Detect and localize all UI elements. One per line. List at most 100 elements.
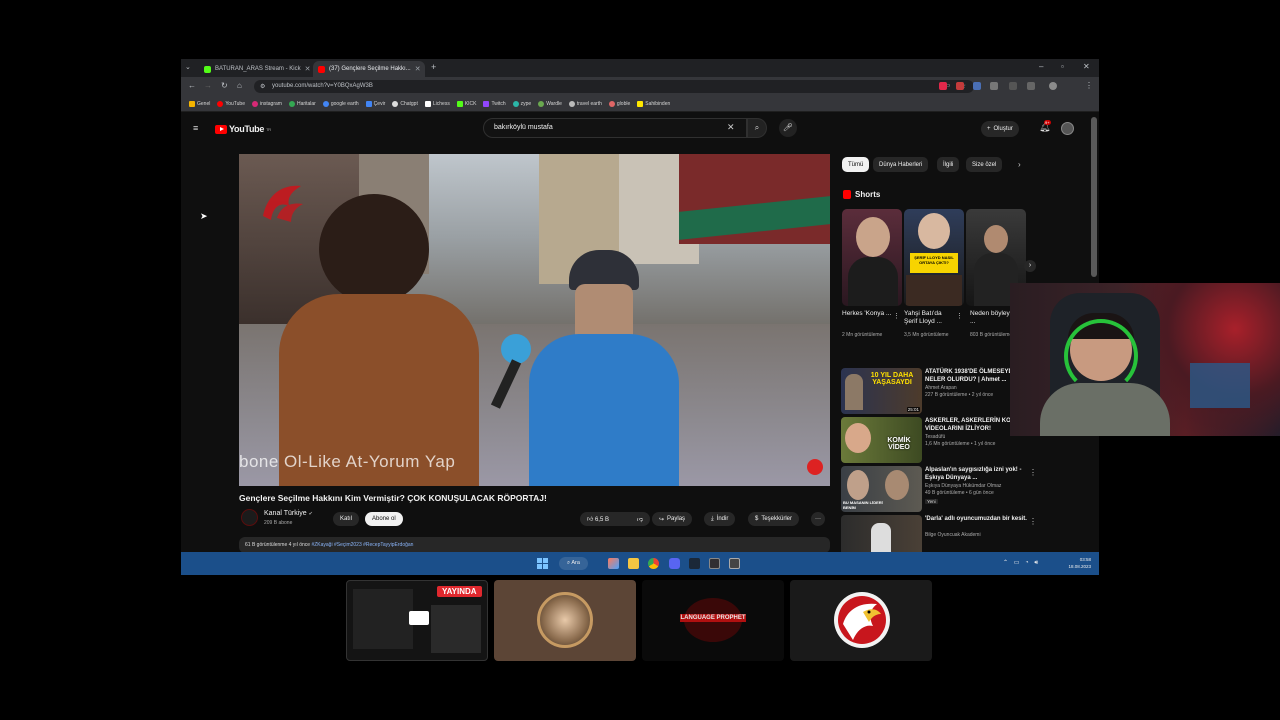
voice-search-button[interactable]: 🎤︎	[779, 119, 797, 137]
bookmark-twitch[interactable]: Twitch	[483, 100, 506, 107]
short-thumbnail[interactable]	[842, 209, 902, 306]
bookmark-youtube[interactable]: YouTube	[217, 100, 245, 107]
shorts-next-icon[interactable]: ›	[1024, 260, 1036, 272]
bookmark-sahibinden[interactable]: Sahibinden	[637, 100, 670, 107]
system-tray-icons[interactable]: ⌃ ▭ ◔ 🔊︎	[1003, 559, 1040, 567]
chrome-menu-icon[interactable]: ⋮	[1085, 81, 1093, 90]
extensions-puzzle-icon[interactable]	[1027, 82, 1035, 90]
subscribe-watermark-icon[interactable]	[807, 459, 823, 475]
bookmark-lichess[interactable]: Lichess	[424, 100, 450, 107]
profile-icon[interactable]	[1049, 82, 1057, 90]
short-thumb-face	[856, 217, 890, 257]
short-title[interactable]: Herkes 'Konya ...	[842, 310, 894, 318]
folder-icon	[189, 100, 195, 107]
channel-avatar[interactable]	[241, 509, 258, 526]
chrome-icon[interactable]	[648, 558, 659, 569]
video-player[interactable]: bone Ol-Like At-Yorum Yap	[239, 154, 830, 486]
chip-next-icon[interactable]: ›	[1018, 160, 1021, 169]
taskbar-search[interactable]: ⌕ Ara	[559, 557, 588, 570]
extension-icon[interactable]	[973, 82, 981, 90]
bookmark-translate[interactable]: Çevir	[365, 100, 385, 107]
chip-for-you[interactable]: Size özel	[966, 157, 1003, 172]
back-icon[interactable]: ←	[188, 81, 196, 90]
youtube-icon	[217, 100, 224, 107]
bookmark-instagram[interactable]: instagram	[252, 100, 282, 107]
new-tab-button[interactable]: +	[431, 62, 436, 72]
more-options-icon[interactable]: ⋮	[1029, 517, 1037, 526]
recommended-video[interactable]: BU MASANIN LİDERİ BENİM Alpaslan'ın sayg…	[841, 466, 1091, 513]
reload-icon[interactable]: ↻	[221, 81, 228, 90]
tab-youtube[interactable]: (37) Gençlere Seçilme Hakkı... ✕	[313, 61, 425, 77]
youtube-logo[interactable]: YouTube TR	[215, 124, 271, 134]
extension-icon[interactable]	[939, 82, 947, 90]
bookmark-earth[interactable]: google earth	[322, 100, 359, 107]
windows-start-icon[interactable]	[537, 558, 548, 569]
file-explorer-icon[interactable]	[628, 558, 639, 569]
thanks-button[interactable]: $ Teşekkürler	[748, 512, 800, 526]
short-title[interactable]: Yahşi Batı'da Şerif Lloyd ...	[904, 310, 956, 326]
steam-icon[interactable]	[689, 558, 700, 569]
short-thumbnail[interactable]: ŞERİF LLOYD NASIL ORTAYA ÇIKTI?	[904, 209, 964, 306]
tab-kick[interactable]: BATURAN_ARAS Stream - Kick ✕	[199, 61, 311, 77]
clear-search-icon[interactable]: ✕	[727, 122, 735, 133]
bookmark-maps[interactable]: Haritalar	[288, 100, 316, 107]
chip-related[interactable]: İlgili	[937, 157, 960, 172]
stream-card-prophet: LANGUAGE PROPHET	[642, 580, 784, 661]
search-button[interactable]: ⌕	[747, 118, 767, 138]
video-frame-microphone	[501, 334, 531, 364]
account-avatar[interactable]	[1061, 122, 1074, 135]
short-views: 3,5 Mn görüntüleme	[904, 332, 949, 338]
close-tab-icon[interactable]: ✕	[415, 65, 421, 73]
bookmark-travel-earth[interactable]: travel earth	[568, 100, 602, 107]
app-icon[interactable]	[729, 558, 740, 569]
extension-icon[interactable]	[956, 82, 964, 90]
channel-name[interactable]: Kanal Türkiye ✔	[264, 510, 313, 517]
extension-icon[interactable]	[1009, 82, 1017, 90]
minimize-icon[interactable]: –	[1039, 62, 1043, 71]
description-box[interactable]: 61 B görüntülenme 4 yıl önce #ZKayaği #S…	[239, 537, 830, 553]
card-thumbnail	[353, 589, 413, 649]
more-options-icon[interactable]: ⋮	[893, 312, 900, 320]
bookmark-chatgpt[interactable]: Chatgpt	[392, 100, 418, 107]
duration-badge: 25:01	[906, 407, 920, 412]
obs-icon[interactable]	[709, 558, 720, 569]
bookmark-globle[interactable]: globle	[608, 100, 630, 107]
search-input[interactable]: bakırköylü mustafa	[483, 118, 747, 138]
url-field[interactable]: ⚙ youtube.com/watch?v=Y0BQxAgW3B ☆ ▭	[254, 80, 974, 93]
more-options-icon[interactable]: ⋮	[956, 312, 963, 320]
extension-icon[interactable]	[990, 82, 998, 90]
microphone-icon: 🎤︎	[782, 123, 794, 132]
system-clock[interactable]: 03:58 18.08.2023	[1068, 556, 1091, 570]
join-button[interactable]: Katıl	[333, 512, 360, 526]
download-button[interactable]: ⤓ İndir	[704, 512, 736, 526]
bookmark-kick[interactable]: KICK	[456, 100, 476, 107]
channel-logo-watermark	[263, 185, 303, 222]
video-frame-person-jacket	[529, 334, 679, 486]
bookmark-wardle[interactable]: Wardle	[538, 100, 562, 107]
home-icon[interactable]: ⌂	[237, 81, 242, 90]
site-info-icon[interactable]: ⚙	[260, 83, 265, 90]
copilot-icon[interactable]	[608, 558, 619, 569]
subscribe-button[interactable]: Abone ol	[365, 512, 403, 526]
tab-label: (37) Gençlere Seçilme Hakkı...	[329, 66, 411, 72]
bookmark-genel[interactable]: Genel	[189, 100, 210, 107]
card-thumbnail	[431, 605, 481, 653]
like-button[interactable]: 👍︎ 6,5 B	[587, 515, 609, 523]
discord-icon[interactable]	[669, 558, 680, 569]
share-button[interactable]: ↪ Paylaş	[652, 512, 693, 526]
maximize-icon[interactable]: ▫	[1061, 62, 1064, 71]
tab-search-icon[interactable]: ⌄	[185, 63, 191, 71]
more-actions-button[interactable]: ···	[811, 512, 825, 526]
chip-world-news[interactable]: Dünya Haberleri	[873, 157, 929, 172]
close-tab-icon[interactable]: ✕	[305, 65, 311, 73]
bookmark-zype[interactable]: zype	[512, 100, 531, 107]
dislike-button[interactable]: 👎︎	[637, 515, 643, 523]
page-scrollbar[interactable]	[1091, 117, 1097, 277]
close-window-icon[interactable]: ✕	[1083, 62, 1090, 71]
more-options-icon[interactable]: ⋮	[1029, 468, 1037, 477]
forward-icon[interactable]: →	[204, 81, 212, 90]
chip-all[interactable]: Tümü	[842, 157, 870, 172]
menu-hamburger-icon[interactable]: ≡	[193, 123, 198, 133]
create-button[interactable]: + Oluştur	[981, 121, 1019, 137]
recommended-meta: 1,6 Mn görüntüleme • 1 yıl önce	[925, 441, 996, 447]
